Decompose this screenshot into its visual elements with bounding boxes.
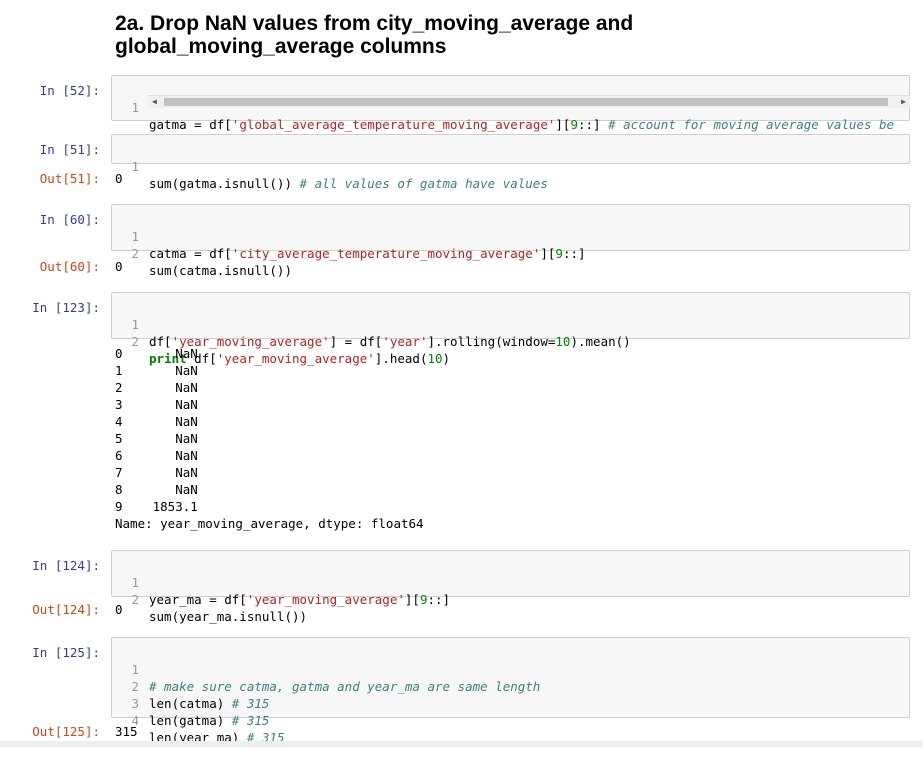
code-line: 1 df['year_moving_average'] = df['year']…: [112, 299, 630, 349]
code-token: ][: [555, 117, 571, 132]
code-token: sum(gatma.isnull()): [149, 176, 300, 191]
code-text: sum(gatma.isnull()) # all values of gatm…: [149, 175, 548, 192]
heading-line-1: 2a. Drop NaN values from city_moving_ave…: [115, 12, 634, 35]
code-token: ): [442, 351, 451, 366]
number-token: 10: [555, 334, 571, 349]
cell-output: 315: [115, 724, 138, 739]
code-text: year_ma = df['year_moving_average'][9::]: [149, 591, 450, 608]
code-token: ][: [404, 592, 420, 607]
code-line: 2 sum(catma.isnull()): [112, 228, 292, 278]
number-token: 10: [427, 351, 443, 366]
heading-line-2: global_moving_average columns: [115, 35, 447, 58]
output-prompt: Out[124]:: [32, 602, 100, 617]
code-cell-123[interactable]: 1 df['year_moving_average'] = df['year']…: [111, 292, 910, 366]
code-text: gatma = df['global_average_temperature_m…: [149, 116, 894, 133]
code-cell-51[interactable]: 1 sum(gatma.isnull()) # all values of ga…: [111, 134, 910, 191]
output-prompt: Out[60]:: [39, 259, 100, 274]
string-token: 'city_average_temperature_moving_average…: [231, 246, 541, 261]
code-text: sum(catma.isnull()): [149, 263, 292, 278]
code-token: year_ma = df[: [149, 592, 247, 607]
code-line: 2 len(catma) # 315: [112, 661, 269, 711]
output-prompt: Out[125]:: [32, 724, 100, 739]
string-token: 'year_moving_average': [246, 592, 405, 607]
input-prompt: In [60]:: [39, 212, 100, 227]
cell-output: 0: [115, 259, 123, 274]
code-line: 3 len(gatma) # 315: [112, 678, 269, 728]
cell-output: 0 NaN 1 NaN 2 NaN 3 NaN 4 NaN 5 NaN 6 Na…: [115, 346, 424, 531]
number-token: 9: [555, 246, 563, 261]
bottom-divider: [0, 741, 923, 747]
code-text: len(gatma) # 315: [149, 712, 269, 729]
code-token: ][: [540, 246, 556, 261]
output-prompt: Out[51]:: [39, 171, 100, 186]
scroll-right-icon[interactable]: ▶: [901, 97, 906, 107]
code-text: len(catma) # 315: [149, 695, 269, 712]
code-token: len(catma): [149, 696, 232, 711]
line-number: 1: [131, 100, 139, 115]
code-cell-125[interactable]: 1 # make sure catma, gatma and year_ma a…: [111, 637, 910, 745]
code-cell-124[interactable]: 1 year_ma = df['year_moving_average'][9:…: [111, 550, 910, 624]
cell-output: 0: [115, 602, 123, 617]
horizontal-scrollbar[interactable]: ◀ ▶: [148, 95, 910, 108]
code-line: 1 gatma = df['global_average_temperature…: [112, 82, 894, 132]
code-token: ::]: [427, 592, 451, 607]
code-line: 1 catma = df['city_average_temperature_m…: [112, 211, 585, 261]
code-text: sum(year_ma.isnull()): [149, 609, 308, 624]
code-token: ].rolling(window=: [427, 334, 556, 349]
number-token: 9: [570, 117, 578, 132]
scroll-left-icon[interactable]: ◀: [152, 97, 157, 107]
code-line: 1 sum(gatma.isnull()) # all values of ga…: [112, 141, 547, 191]
code-cell-52[interactable]: 1 gatma = df['global_average_temperature…: [111, 75, 910, 132]
code-cell-60[interactable]: 1 catma = df['city_average_temperature_m…: [111, 204, 910, 278]
input-prompt: In [125]:: [32, 645, 100, 660]
code-line: 1 # make sure catma, gatma and year_ma a…: [112, 644, 540, 694]
string-token: 'global_average_temperature_moving_avera…: [231, 117, 556, 132]
markdown-heading: 2a. Drop NaN values from city_moving_ave…: [115, 12, 915, 58]
comment-token: # account for moving average values be: [608, 117, 895, 132]
comment-token: # all values of gatma have values: [299, 176, 548, 191]
input-prompt: In [123]:: [32, 300, 100, 315]
code-line: 1 year_ma = df['year_moving_average'][9:…: [112, 557, 450, 607]
cell-output: 0: [115, 171, 123, 186]
code-line: 4 len(year_ma) # 315: [112, 695, 284, 745]
input-prompt: In [124]:: [32, 558, 100, 573]
input-prompt: In [51]:: [39, 142, 100, 157]
code-token: gatma = df[: [149, 117, 232, 132]
code-token: ::]: [562, 246, 586, 261]
scrollbar-thumb[interactable]: [164, 98, 888, 106]
code-line: 2 print df['year_moving_average'].head(1…: [112, 316, 450, 366]
code-line: 2 sum(year_ma.isnull()): [112, 574, 307, 624]
code-token: len(gatma): [149, 713, 232, 728]
code-text: catma = df['city_average_temperature_mov…: [149, 245, 586, 262]
code-token: ).mean(): [570, 334, 631, 349]
code-token: ::]: [578, 117, 609, 132]
comment-token: # 315: [231, 713, 270, 728]
input-prompt: In [52]:: [39, 83, 100, 98]
code-token: catma = df[: [149, 246, 232, 261]
comment-token: # 315: [231, 696, 270, 711]
comment-token: # make sure catma, gatma and year_ma are…: [149, 679, 541, 694]
